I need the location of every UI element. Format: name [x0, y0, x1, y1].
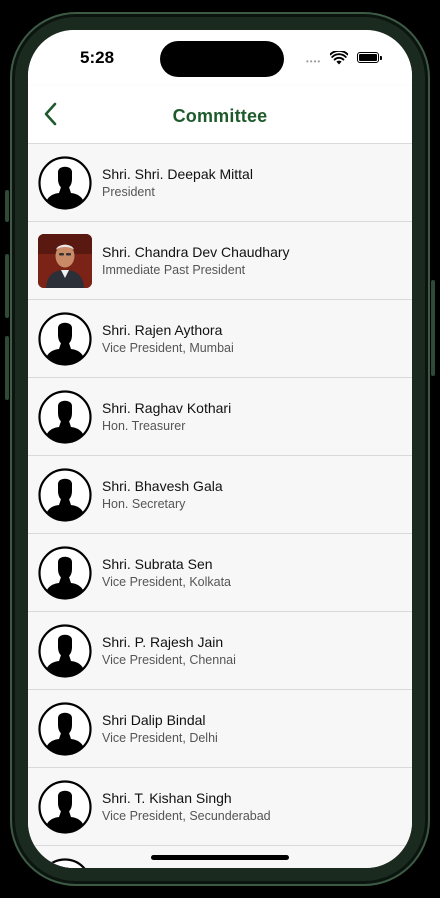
member-role: Vice President, Mumbai	[102, 341, 234, 355]
person-placeholder-icon	[38, 468, 92, 522]
wifi-icon	[330, 51, 348, 65]
member-photo	[38, 234, 92, 288]
action-button	[5, 190, 9, 222]
list-item[interactable]: Shri. Shri. Deepak Mittal President	[28, 144, 412, 222]
status-bar: 5:28 ••••	[28, 30, 412, 86]
list-item[interactable]: Shri. Bhavesh Gala Hon. Secretary	[28, 456, 412, 534]
member-role: Vice President, Secunderabad	[102, 809, 271, 823]
power-button	[431, 280, 435, 376]
member-role: President	[102, 185, 155, 199]
member-role: Hon. Treasurer	[102, 419, 186, 433]
member-role: Vice President, Kolkata	[102, 575, 232, 589]
avatar	[38, 702, 92, 756]
person-placeholder-icon	[38, 390, 92, 444]
member-name: Shri. Raghav Kothari	[102, 400, 232, 416]
status-time: 5:28	[80, 48, 115, 67]
volume-down-button	[5, 336, 9, 400]
member-name: Shri. P. Rajesh Jain	[102, 634, 224, 650]
nav-bar: Committee	[28, 86, 412, 144]
list-item[interactable]: Shri. Chandra Dev Chaudhary Immediate Pa…	[28, 222, 412, 300]
page-title: Committee	[172, 106, 268, 126]
member-name: Shri. Subrata Sen	[102, 556, 213, 572]
list-item[interactable]: Shri. T. Kishan Singh Vice President, Se…	[28, 768, 412, 846]
avatar	[38, 546, 92, 600]
member-role: Hon. Secretary	[102, 497, 186, 511]
signal-icon: ••••	[306, 57, 322, 66]
avatar	[38, 156, 92, 210]
battery-icon	[357, 52, 382, 63]
member-name: Shri Dalip Bindal	[102, 712, 206, 728]
member-role: Vice President, Chennai	[102, 653, 236, 667]
home-indicator[interactable]	[151, 855, 289, 860]
list-item[interactable]: Shri. Subrata Sen Vice President, Kolkat…	[28, 534, 412, 612]
person-placeholder-icon	[38, 780, 92, 834]
list-item[interactable]: Shri. Raghav Kothari Hon. Treasurer	[28, 378, 412, 456]
person-placeholder-icon	[38, 156, 92, 210]
person-placeholder-icon	[38, 312, 92, 366]
member-name: Shri. Shri. Deepak Mittal	[102, 166, 253, 182]
dynamic-island	[160, 41, 284, 77]
avatar	[38, 390, 92, 444]
member-role: Immediate Past President	[102, 263, 246, 277]
member-role: Vice President, Delhi	[102, 731, 218, 745]
list-item[interactable]: Shri Dalip Bindal Vice President, Delhi	[28, 690, 412, 768]
volume-up-button	[5, 254, 9, 318]
avatar	[38, 468, 92, 522]
person-placeholder-icon	[38, 546, 92, 600]
person-placeholder-icon	[38, 624, 92, 678]
list-item[interactable]: Shri. Rajen Aythora Vice President, Mumb…	[28, 300, 412, 378]
committee-list[interactable]: Shri. Shri. Deepak Mittal President Shri…	[28, 144, 412, 868]
member-name: Shri. Bhavesh Gala	[102, 478, 223, 494]
person-placeholder-icon	[44, 858, 86, 868]
avatar	[38, 624, 92, 678]
avatar	[38, 780, 92, 834]
avatar	[38, 858, 92, 868]
member-name: Shri. T. Kishan Singh	[102, 790, 232, 806]
screen: 5:28 •••• Committee Shri. Shri. Deepak M…	[28, 30, 412, 868]
list-item[interactable]: Shri. P. Rajesh Jain Vice President, Che…	[28, 612, 412, 690]
avatar	[38, 312, 92, 366]
member-name: Shri. Rajen Aythora	[102, 322, 223, 338]
member-name: Shri. Chandra Dev Chaudhary	[102, 244, 290, 260]
person-placeholder-icon	[38, 702, 92, 756]
avatar	[38, 234, 92, 288]
